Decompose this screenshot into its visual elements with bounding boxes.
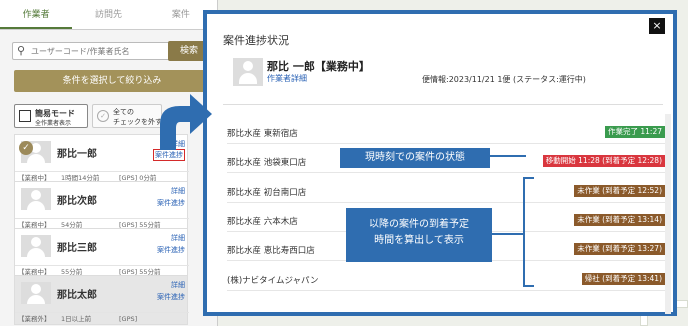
- work-status: 【業務外】: [18, 315, 51, 323]
- worker-name: 那比三郎: [57, 243, 97, 254]
- avatar: [21, 188, 51, 210]
- destination-name: 那比水産 池袋東口店: [227, 158, 307, 168]
- sidebar-tabs: 作業者 訪問先 案件: [0, 0, 217, 30]
- callout-future: 以降の案件の到着予定 時間を算出して表示: [346, 208, 492, 262]
- check-icon[interactable]: ✓: [19, 141, 33, 155]
- simple-mode-toggle[interactable]: 簡易モード 全作業者表示: [14, 104, 88, 128]
- progress-link[interactable]: 案件進捗: [157, 245, 185, 255]
- avatar: [233, 58, 263, 86]
- detail-link[interactable]: 詳細: [171, 233, 185, 243]
- tab-visits[interactable]: 訪問先: [72, 0, 144, 29]
- status-badge: 未作業 (到着予定 12:52): [574, 185, 665, 197]
- search-box: ⚲: [12, 42, 174, 60]
- worker-detail-link[interactable]: 作業者詳細: [267, 73, 307, 84]
- worker-name: 那比 一郎【業務中】: [267, 60, 370, 73]
- gps-time: [GPS]: [119, 315, 138, 323]
- status-badge: 移動開始 11:28 (到着予定 12:28): [542, 155, 665, 167]
- divider: [223, 104, 663, 105]
- status-badge: 未作業 (到着予定 13:27): [574, 243, 665, 255]
- close-icon[interactable]: ×: [649, 18, 665, 34]
- bracket-connector: [490, 155, 534, 287]
- destination-name: 那比水産 恵比寿西口店: [227, 246, 315, 256]
- scrollbar[interactable]: [665, 114, 671, 314]
- callout-current: 現時刻での案件の状態: [340, 148, 490, 168]
- progress-link[interactable]: 案件進捗: [157, 198, 185, 208]
- progress-link[interactable]: 案件進捗: [157, 292, 185, 302]
- destination-name: 那比水産 六本木店: [227, 217, 298, 227]
- worker-card[interactable]: 那比次郎 詳細 案件進捗 【業務中】 54分前 [GPS] 55分前: [14, 181, 189, 231]
- row-divider: [227, 202, 671, 203]
- checkbox[interactable]: [19, 110, 31, 122]
- worker-card[interactable]: 那比太郎 詳細 案件進捗 【業務外】 1日以上前 [GPS]: [14, 275, 189, 326]
- sidebar: 作業者 訪問先 案件 ⚲ 検索 条件を選択して絞り込み 簡易モード 全作業者表示…: [0, 0, 218, 326]
- detail-link[interactable]: 詳細: [171, 280, 185, 290]
- worker-name: 那比一郎: [57, 149, 97, 160]
- worker-info: 【業務外】 1日以上前 [GPS]: [15, 312, 189, 326]
- destination-name: 那比水産 初台南口店: [227, 188, 307, 198]
- worker-card[interactable]: 那比三郎 詳細 案件進捗 【業務中】 55分前 [GPS] 55分前: [14, 228, 189, 278]
- row-divider: [227, 172, 671, 173]
- worker-name: 那比太郎: [57, 290, 97, 301]
- search-icon: ⚲: [17, 44, 26, 57]
- status-badge: 帰社 (到着予定 13:41): [581, 273, 665, 285]
- row-divider: [227, 143, 671, 144]
- search-input[interactable]: [31, 43, 171, 59]
- tab-workers[interactable]: 作業者: [0, 0, 73, 29]
- modal-title: 案件進捗状況: [223, 34, 289, 47]
- callout-future-line1: 以降の案件の到着予定: [369, 219, 469, 230]
- worker-name: 那比次郎: [57, 196, 97, 207]
- status-badge: 未作業 (到着予定 13:14): [574, 214, 665, 226]
- status-badge: 作業完了 11:27: [605, 126, 665, 138]
- avatar: [21, 282, 51, 304]
- last-update: 1日以上前: [61, 315, 92, 323]
- destination-name: (株)ナビタイムジャパン: [227, 276, 319, 286]
- callout-future-line2: 時間を算出して表示: [374, 235, 464, 246]
- arrow-icon: [160, 94, 212, 150]
- check-icon: ✓: [97, 110, 109, 122]
- detail-link[interactable]: 詳細: [171, 186, 185, 196]
- flight-info: 便情報:2023/11/21 1便 (ステータス:運行中): [422, 75, 586, 84]
- row-divider: [227, 290, 671, 291]
- mode-subtitle: 全作業者表示: [35, 120, 72, 127]
- uncheck-all-line1: 全ての: [113, 108, 134, 116]
- destination-name: 那比水産 東新宿店: [227, 129, 298, 139]
- avatar: [21, 235, 51, 257]
